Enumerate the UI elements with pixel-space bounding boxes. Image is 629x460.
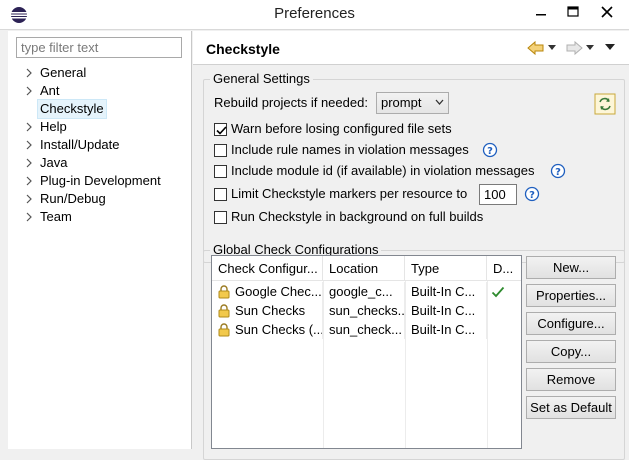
set-default-button[interactable]: Set as Default: [526, 396, 616, 419]
lock-icon: [218, 285, 230, 299]
properties-button[interactable]: Properties...: [526, 284, 616, 307]
cell-location: sun_checks...: [323, 301, 405, 320]
module-id-checkbox[interactable]: [214, 165, 227, 178]
module-id-label: Include module id (if available) in viol…: [231, 163, 535, 178]
back-arrow-icon[interactable]: [527, 40, 545, 56]
cell-type: Built-In C...: [405, 282, 487, 301]
minimize-icon[interactable]: [526, 0, 556, 28]
svg-text:?: ?: [487, 146, 493, 157]
column-header-type[interactable]: Type: [405, 256, 487, 281]
rebuild-select[interactable]: prompt: [376, 92, 449, 114]
chevron-down-icon[interactable]: [586, 45, 594, 51]
tree-item-label: Team: [40, 209, 72, 224]
cell-name-text: Sun Checks (...: [235, 322, 323, 337]
title-bar: Preferences: [0, 0, 629, 30]
general-settings-group: General Settings Rebuild projects if nee…: [203, 71, 625, 263]
tree-item-label: Checkstyle: [37, 99, 107, 119]
cell-name: Sun Checks: [212, 301, 323, 320]
tree-item-label: Help: [40, 119, 67, 134]
option-limit-markers-row[interactable]: Limit Checkstyle markers per resource to…: [214, 184, 554, 205]
tree-item-label: Ant: [40, 83, 60, 98]
checkmark-icon: [216, 126, 227, 135]
cell-type: Built-In C...: [405, 301, 487, 320]
column-divider: [487, 281, 488, 448]
option-rule-names-row[interactable]: Include rule names in violation messages…: [214, 140, 504, 160]
chevron-down-icon: [435, 99, 444, 105]
svg-text:?: ?: [529, 190, 535, 201]
chevron-right-icon[interactable]: [24, 194, 34, 204]
warn-label: Warn before losing configured file sets: [231, 121, 452, 136]
group-legend: General Settings: [210, 71, 313, 87]
lock-icon: [218, 323, 230, 337]
column-header-location[interactable]: Location: [323, 256, 405, 281]
chevron-right-icon[interactable]: [24, 176, 34, 186]
checkmark-icon: [491, 286, 505, 298]
filter-input[interactable]: [16, 37, 182, 58]
background-checkbox[interactable]: [214, 211, 227, 224]
page-header: Checkstyle: [193, 31, 629, 65]
chevron-right-icon[interactable]: [24, 68, 34, 78]
option-warn-row[interactable]: Warn before losing configured file sets: [214, 119, 534, 139]
lock-icon: [218, 304, 230, 318]
preferences-nav-pane: General Ant Checkstyle Help Install/Upda…: [8, 31, 192, 449]
chevron-right-icon[interactable]: [24, 86, 34, 96]
column-header-name[interactable]: Check Configur...: [212, 256, 323, 281]
chevron-right-icon[interactable]: [24, 122, 34, 132]
background-label: Run Checkstyle in background on full bui…: [231, 209, 484, 224]
refresh-icon[interactable]: [594, 93, 616, 115]
rebuild-select-value: prompt: [381, 95, 422, 110]
cell-location: sun_check...: [323, 320, 405, 339]
cell-name-text: Sun Checks: [235, 303, 306, 318]
cell-name: Sun Checks (...: [212, 320, 323, 339]
tree-item-label: Plug-in Development: [40, 173, 161, 188]
view-menu-icon[interactable]: [605, 44, 615, 51]
tree-item-label: Install/Update: [40, 137, 120, 152]
chevron-right-icon[interactable]: [24, 158, 34, 168]
chevron-right-icon[interactable]: [24, 212, 34, 222]
warn-checkbox[interactable]: [214, 123, 227, 136]
limit-markers-label: Limit Checkstyle markers per resource to: [231, 186, 468, 201]
cell-name-text: Google Chec...: [235, 284, 322, 299]
rebuild-row: Rebuild projects if needed: prompt: [214, 92, 484, 114]
cell-default: [487, 282, 521, 301]
copy-button[interactable]: Copy...: [526, 340, 616, 363]
close-icon[interactable]: [592, 0, 622, 28]
cell-location: google_c...: [323, 282, 405, 301]
cell-name: Google Chec...: [212, 282, 323, 301]
option-background-row[interactable]: Run Checkstyle in background on full bui…: [214, 207, 514, 227]
option-module-id-row[interactable]: Include module id (if available) in viol…: [214, 161, 574, 181]
limit-markers-input[interactable]: [479, 184, 517, 205]
tree-item-label: Java: [40, 155, 68, 170]
limit-markers-checkbox[interactable]: [214, 188, 227, 201]
remove-button[interactable]: Remove: [526, 368, 616, 391]
cell-type: Built-In C...: [405, 320, 487, 339]
help-icon[interactable]: ?: [482, 142, 498, 158]
rule-names-label: Include rule names in violation messages: [231, 142, 469, 157]
svg-text:?: ?: [555, 167, 561, 178]
tree-item-label: General: [40, 65, 87, 80]
maximize-icon[interactable]: [558, 0, 588, 28]
new-button[interactable]: New...: [526, 256, 616, 279]
rule-names-checkbox[interactable]: [214, 144, 227, 157]
page-title: Checkstyle: [206, 41, 280, 57]
rebuild-label: Rebuild projects if needed:: [214, 95, 368, 110]
configurations-table[interactable]: Check Configur... Location Type D... Goo…: [211, 255, 522, 449]
chevron-right-icon[interactable]: [24, 140, 34, 150]
help-icon[interactable]: ?: [524, 186, 540, 202]
forward-arrow-icon[interactable]: [565, 40, 583, 56]
tree-item-label: Run/Debug: [40, 191, 106, 206]
column-header-default[interactable]: D...: [487, 256, 521, 281]
chevron-down-icon[interactable]: [548, 45, 556, 51]
configure-button[interactable]: Configure...: [526, 312, 616, 335]
preference-page: Checkstyle General Settings Rebuild proj…: [193, 31, 629, 460]
help-icon[interactable]: ?: [550, 163, 566, 179]
